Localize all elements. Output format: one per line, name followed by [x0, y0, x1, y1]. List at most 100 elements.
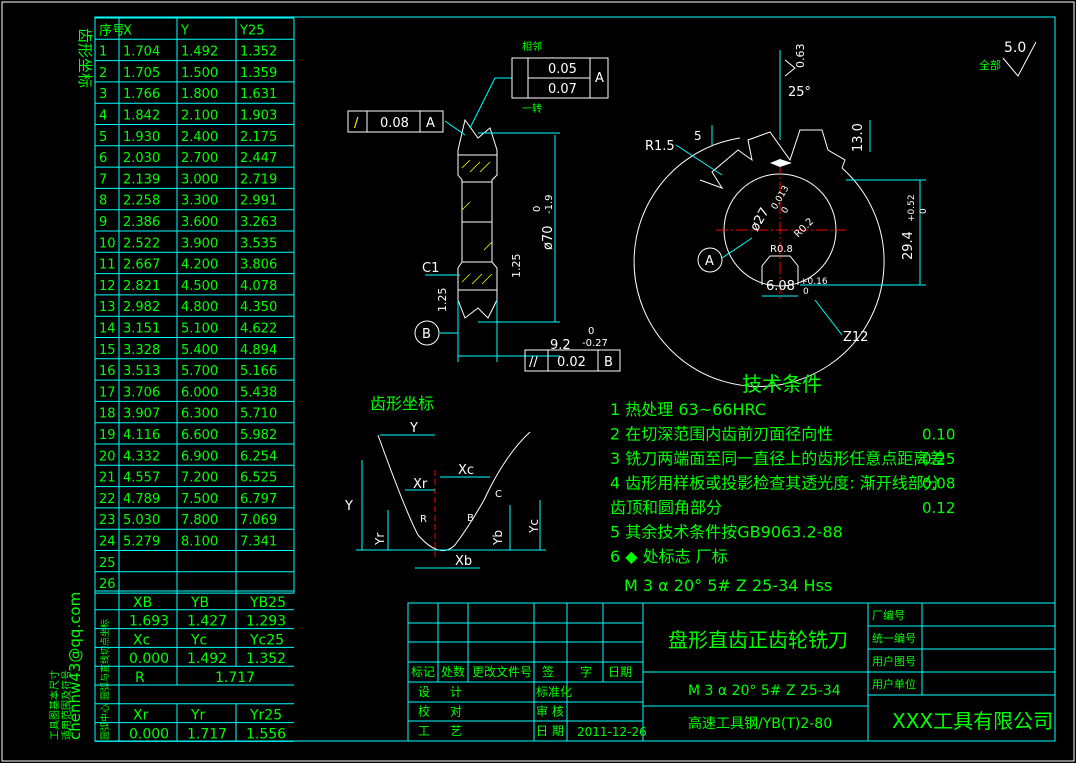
- coord-cell: 4.332: [123, 449, 160, 464]
- dim294-tol-2: 0: [919, 208, 929, 214]
- param-value: 0.000: [129, 726, 169, 742]
- sign-cell: 日 期: [536, 724, 564, 738]
- tech-line-value: 0.12: [922, 499, 955, 517]
- coord-cell: 5.030: [123, 513, 160, 528]
- tb-rev-2: 更改文件号: [472, 664, 532, 679]
- coord-cell: 4.350: [240, 300, 277, 315]
- coord-cell: 5.438: [240, 385, 277, 400]
- tech-line-value: 0.08: [922, 475, 955, 493]
- tol-top-val1: 0.05: [548, 62, 577, 77]
- param-header: 1.717: [215, 670, 255, 686]
- dim13: 13.0: [851, 123, 866, 152]
- coord-cell: 12: [99, 279, 116, 294]
- tb-rev-0: 标记: [411, 665, 435, 679]
- tol-bottom-sym: //: [529, 355, 538, 370]
- coord-cell: 3.151: [123, 322, 160, 337]
- coord-cell: 2.139: [123, 172, 160, 187]
- leader-z12: [814, 299, 843, 336]
- coord-cell: 2.719: [240, 172, 277, 187]
- tb-rev-5: 日期: [608, 665, 632, 679]
- label-125a: 1.25: [510, 254, 523, 279]
- bore-tol-2: 0: [780, 205, 792, 215]
- pf-C: C: [495, 489, 502, 500]
- left-vertical-title: 齿形坐标: [76, 28, 94, 88]
- coord-cell: 3.263: [240, 215, 277, 230]
- tol-top-datum: A: [595, 71, 604, 86]
- note-bottom: 一转: [522, 102, 542, 115]
- coord-cell: 5.982: [240, 428, 277, 443]
- coord-cell: 4: [99, 109, 107, 124]
- datum-a: A: [705, 254, 714, 269]
- leader-top: [469, 77, 496, 129]
- param-header: R: [135, 670, 145, 686]
- sign-cell: 审 核: [536, 704, 564, 719]
- coord-cell: 8: [99, 194, 107, 209]
- tb-sign-rows: 设 计 标准化校 对 审 核工 艺 日 期: [418, 685, 572, 738]
- param-header: Yr25: [249, 708, 282, 724]
- roughness: 0.63: [794, 44, 807, 69]
- sign-cell: 工: [418, 724, 430, 738]
- coord-cell: 10: [99, 236, 116, 251]
- coord-cell: 26: [99, 577, 116, 592]
- surface-all-value: 5.0: [1004, 40, 1026, 56]
- coord-cell: 1.704: [123, 45, 160, 60]
- param-value: 1.693: [129, 614, 169, 630]
- coord-cell: 25: [99, 556, 116, 571]
- pf-Xb: Xb: [455, 554, 472, 569]
- cad-drawing: 齿形坐标 chenhw43@qq.com 工具图基本尺寸 适用范围及符号 序号X…: [1, 1, 1075, 762]
- coord-cell: 3.600: [181, 215, 218, 230]
- coord-cell: 6: [99, 151, 107, 166]
- coord-cell: 3.328: [123, 343, 160, 358]
- tb-right-1: 统一编号: [872, 631, 916, 645]
- pf-Y-left: Y: [344, 499, 353, 514]
- dim5: 5: [694, 129, 702, 143]
- coord-cell: 7.800: [181, 513, 218, 528]
- tb-name: 盘形直齿正齿轮铣刀: [668, 628, 848, 652]
- tech-mark-line: M 3 α 20° 5# Z 25-34 Hss: [624, 576, 832, 595]
- param-value: 0.000: [129, 651, 169, 667]
- tech-lines: 1 热处理 63~66HRC 2 在切深范围内齿前刃面径向性 0.10 3 铣刀两端面…: [610, 400, 955, 566]
- tb-material: 高速工具钢/YB(T)2-80: [688, 715, 832, 732]
- coord-header: Y25: [239, 23, 264, 38]
- dim-diameter-tol-1: 0: [532, 206, 543, 212]
- coord-cell: 4.116: [123, 428, 160, 443]
- coord-cell: 5.279: [123, 535, 160, 550]
- pf-Xr: Xr: [413, 477, 428, 492]
- coord-cell: 6.000: [181, 385, 218, 400]
- coord-cell: 1.800: [181, 87, 218, 102]
- coord-cell: 6.900: [181, 449, 218, 464]
- coord-cell: 3.535: [240, 236, 277, 251]
- coord-cell: 6.525: [240, 471, 277, 486]
- coord-cell: 7.200: [181, 471, 218, 486]
- coord-cell: 1.352: [240, 45, 277, 60]
- dim294: 29.4: [901, 231, 916, 260]
- param-value: 1.492: [187, 651, 227, 667]
- coord-cell: 6.300: [181, 407, 218, 422]
- r08: R0.8: [770, 244, 793, 255]
- coord-cell: 3.513: [123, 364, 160, 379]
- pf-Yr: Yr: [373, 533, 387, 546]
- profile-curve: [377, 431, 531, 552]
- coord-cell: 4.500: [181, 279, 218, 294]
- param-header: Xr: [133, 708, 149, 724]
- tol-left-datum: A: [426, 116, 435, 131]
- keyway-tol-2: 0: [803, 287, 809, 297]
- coord-cell: 5.100: [181, 322, 218, 337]
- coord-header: 序号: [99, 23, 125, 38]
- coord-cell: 4.200: [181, 258, 218, 273]
- param-header: Yc: [190, 632, 207, 648]
- coord-cell: 6.600: [181, 428, 218, 443]
- coord-table: 序号X Y Y25 1 1.704 1.492 1.352 2 1.705 1.500 1.359 3…: [94, 17, 295, 594]
- coord-cell: 5: [99, 130, 107, 145]
- param-value: 1.556: [246, 726, 286, 742]
- tech-line-value: 0.10: [922, 426, 955, 444]
- param-side-label-2: 圆弧中心: [99, 704, 111, 740]
- tb-rev-1: 处数: [441, 664, 465, 679]
- sign-cell: 对: [450, 705, 462, 719]
- pf-R: R: [420, 514, 427, 525]
- tol-bottom-datum: B: [604, 355, 613, 370]
- label-c1: C1: [422, 261, 439, 276]
- pf-Xc: Xc: [458, 463, 474, 478]
- coord-cell: 5.400: [181, 343, 218, 358]
- coord-cell: 4.800: [181, 300, 218, 315]
